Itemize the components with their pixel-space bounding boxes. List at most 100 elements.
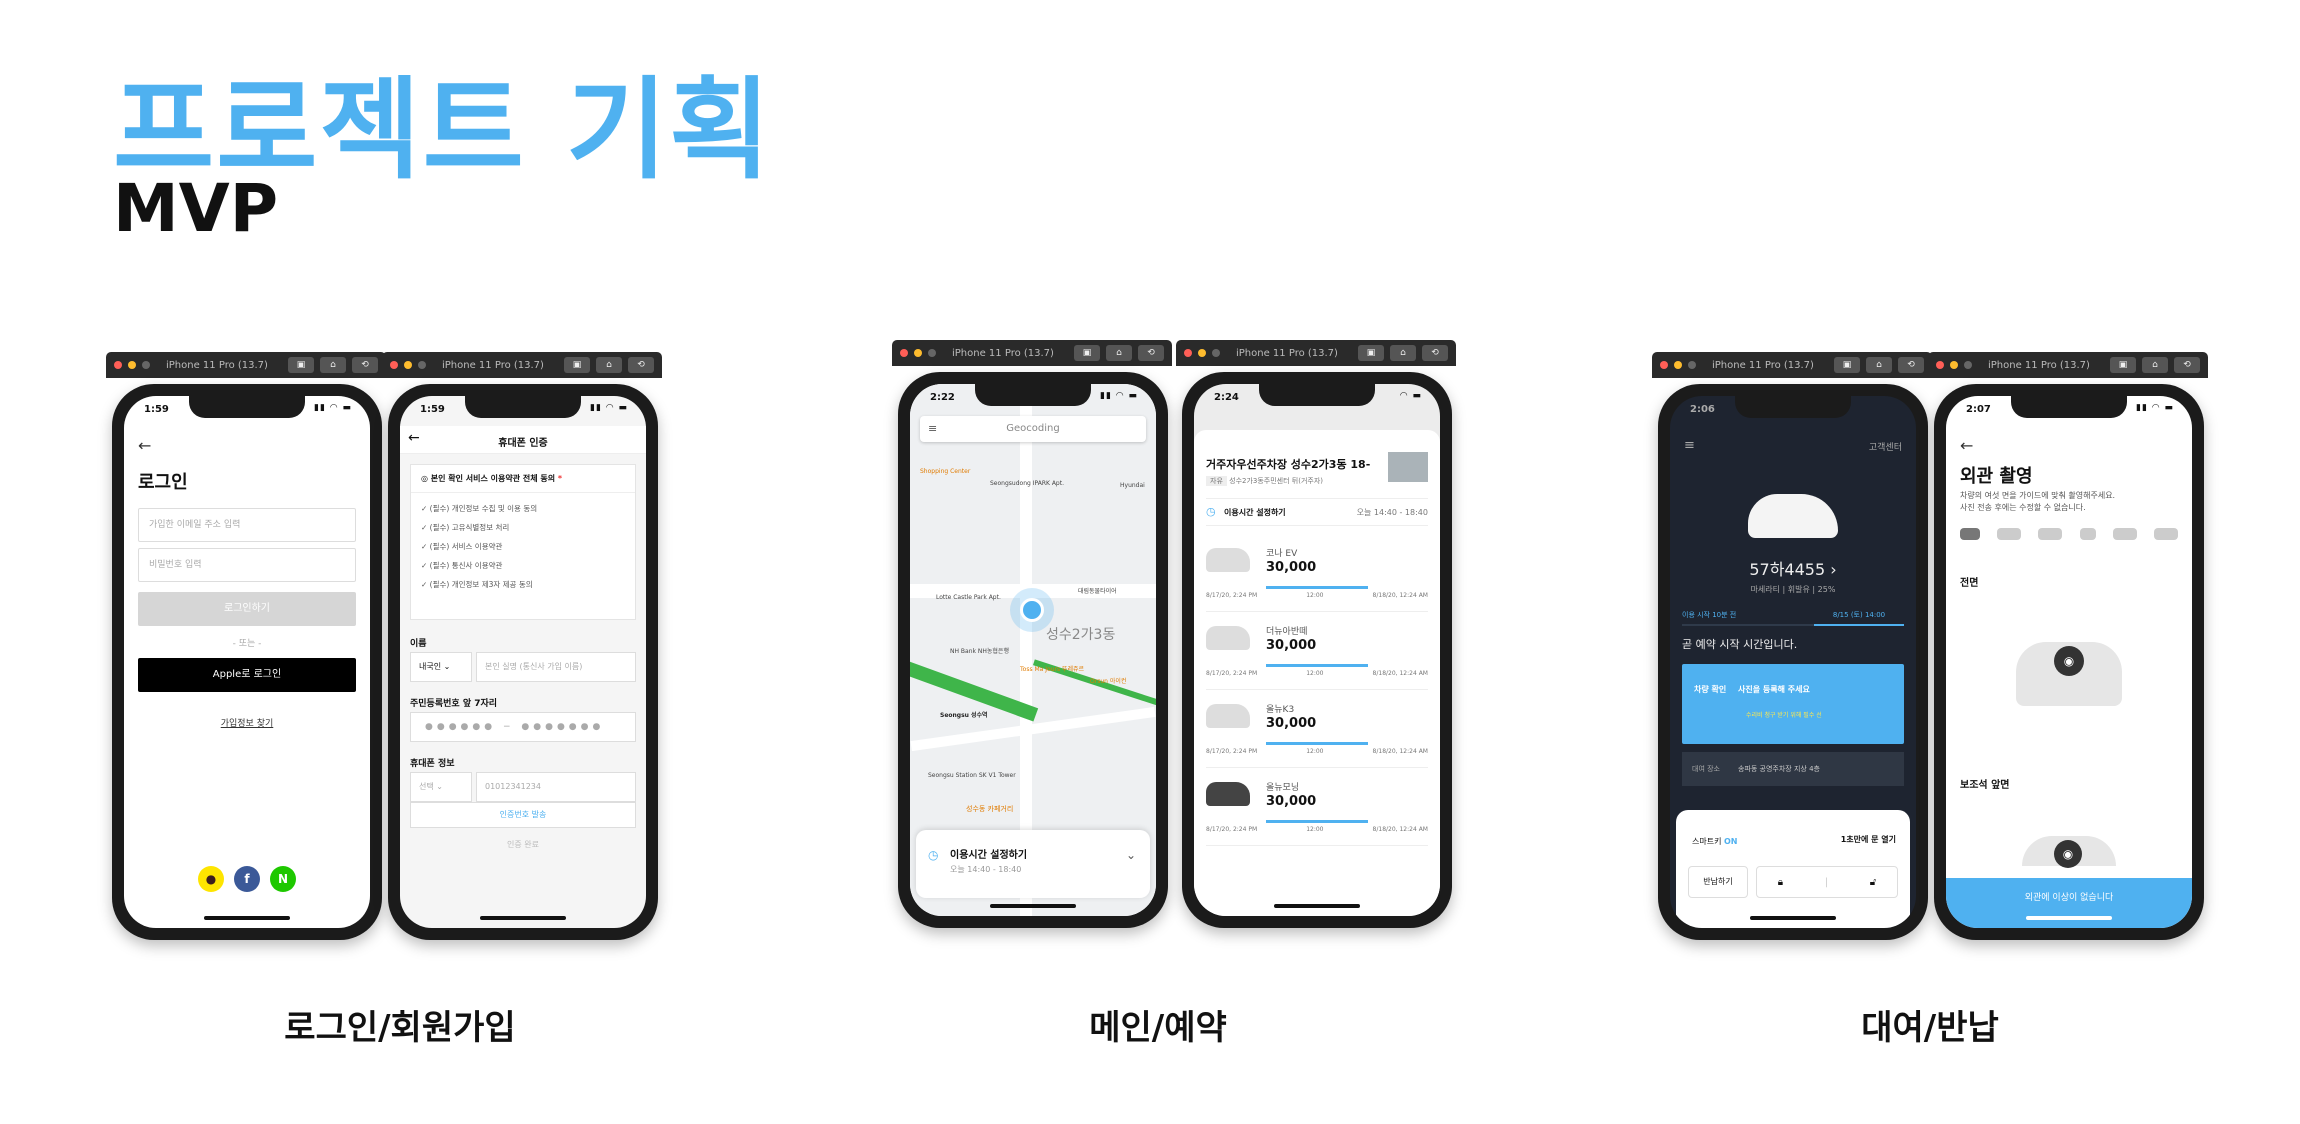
close-dot[interactable]	[1936, 361, 1944, 369]
unlock-icon[interactable]: 🔓︎	[1870, 877, 1876, 888]
support-link[interactable]: 고객센터	[1869, 440, 1902, 453]
map-poi[interactable]: Shopping Center	[920, 468, 970, 475]
rotate-icon[interactable]: ⟲	[352, 357, 378, 373]
zoom-dot[interactable]	[1688, 361, 1696, 369]
login-button[interactable]: 로그인하기	[138, 592, 356, 626]
minimize-dot[interactable]	[404, 361, 412, 369]
zoom-dot[interactable]	[142, 361, 150, 369]
thumb-driver-rear[interactable]	[2112, 528, 2137, 540]
map-poi[interactable]: Seongsudong IPARK Apt.	[990, 480, 1064, 487]
carrier-select[interactable]: 선택 ⌄	[410, 772, 472, 802]
home-icon[interactable]: ⌂	[1866, 357, 1892, 373]
screenshot-icon[interactable]: ▣	[1074, 345, 1100, 361]
minimize-dot[interactable]	[914, 349, 922, 357]
naver-icon[interactable]: N	[270, 866, 296, 892]
car-front-guide[interactable]: ◉	[2016, 642, 2122, 706]
thumb-rear[interactable]	[2079, 528, 2096, 540]
map-poi[interactable]: Seongsu 성수역	[940, 710, 988, 719]
map-poi[interactable]: Hyundai	[1120, 482, 1145, 489]
name-input[interactable]: 본인 실명 (통신사 가입 이름)	[476, 652, 636, 682]
lock-icon[interactable]: 🔒︎	[1778, 877, 1783, 888]
rotate-icon[interactable]: ⟲	[628, 357, 654, 373]
rotate-icon[interactable]: ⟲	[1422, 345, 1448, 361]
home-icon[interactable]: ⌂	[1390, 345, 1416, 361]
tab-date[interactable]: 8/15 (토) 14:00	[1814, 610, 1904, 626]
screenshot-icon[interactable]: ▣	[1834, 357, 1860, 373]
car-row[interactable]: 올뉴모닝 30,000 8/17/20, 2:24 PM 12:00 8/18/20…	[1206, 768, 1428, 846]
screenshot-icon[interactable]: ▣	[288, 357, 314, 373]
complete-button[interactable]: 인증 완료	[410, 832, 636, 858]
place-row[interactable]: 대여 장소 송파동 공영주차장 지상 4층	[1682, 752, 1904, 786]
map-poi[interactable]: Lotte Castle Park Apt.	[936, 594, 1001, 601]
zoom-dot[interactable]	[1964, 361, 1972, 369]
car-row[interactable]: 더뉴아반떼 30,000 8/17/20, 2:24 PM 12:00 8/18/2…	[1206, 612, 1428, 690]
minimize-dot[interactable]	[128, 361, 136, 369]
location-marker[interactable]	[1010, 588, 1054, 632]
tab-start[interactable]: 이용 시작 10분 전	[1682, 610, 1736, 620]
close-dot[interactable]	[900, 349, 908, 357]
menu-icon[interactable]: ≡	[1684, 438, 1695, 453]
apple-login-button[interactable]: Apple로 로그인	[138, 658, 356, 692]
close-dot[interactable]	[114, 361, 122, 369]
facebook-icon[interactable]: f	[234, 866, 260, 892]
thumb-passenger[interactable]	[1997, 528, 2022, 540]
zoom-dot[interactable]	[928, 349, 936, 357]
back-arrow-icon[interactable]: ←	[138, 436, 151, 455]
term-item[interactable]: ✓ (필수) 개인정보 수집 및 이용 동의	[421, 499, 625, 518]
back-arrow-icon[interactable]: ←	[1960, 436, 1973, 455]
term-item[interactable]: ✓ (필수) 서비스 이용약관	[421, 537, 625, 556]
find-account-link[interactable]: 가입정보 찾기	[124, 716, 370, 729]
home-icon[interactable]: ⌂	[1106, 345, 1132, 361]
screenshot-icon[interactable]: ▣	[564, 357, 590, 373]
time-panel[interactable]: ◷ 이용시간 설정하기 오늘 14:40 - 18:40 ⌄	[916, 830, 1150, 898]
rotate-icon[interactable]: ⟲	[2174, 357, 2200, 373]
thumb-driver[interactable]	[2153, 528, 2178, 540]
kakao-icon[interactable]: ●	[198, 866, 224, 892]
thumb-passenger-rear[interactable]	[2038, 528, 2063, 540]
close-dot[interactable]	[1660, 361, 1668, 369]
minimize-dot[interactable]	[1950, 361, 1958, 369]
open-hint[interactable]: 1초만에 문 열기	[1841, 834, 1896, 845]
return-button[interactable]: 반납하기	[1688, 866, 1748, 898]
car-row[interactable]: 코나 EV 30,000 8/17/20, 2:24 PM 12:00 8/18/2…	[1206, 534, 1428, 612]
password-field[interactable]: 비밀번호 입력	[138, 548, 356, 582]
photo-check-card[interactable]: 차량 확인 사진을 등록해 주세요 수리비 청구 받기 위해 필수 선	[1682, 664, 1904, 744]
term-item[interactable]: ✓ (필수) 고유식별정보 처리	[421, 518, 625, 537]
map-poi[interactable]: 대림동물타이어	[1078, 586, 1117, 595]
time-setting-row[interactable]: ◷ 이용시간 설정하기 오늘 14:40 - 18:40	[1206, 498, 1428, 526]
map-poi[interactable]: 성수동 카페거리	[966, 804, 1013, 814]
phone-input[interactable]: 01012341234	[476, 772, 636, 802]
camera-icon[interactable]: ◉	[2054, 646, 2084, 676]
map-poi[interactable]: NH Bank NH농협은행	[950, 646, 1009, 655]
minimize-dot[interactable]	[1674, 361, 1682, 369]
close-dot[interactable]	[390, 361, 398, 369]
term-item[interactable]: ✓ (필수) 통신사 이용약관	[421, 556, 625, 575]
plate-number[interactable]: 57하4455 ›	[1670, 556, 1916, 580]
screenshot-icon[interactable]: ▣	[1358, 345, 1384, 361]
screenshot-icon[interactable]: ▣	[2110, 357, 2136, 373]
car-row[interactable]: 올뉴K3 30,000 8/17/20, 2:24 PM 12:00 8/18/20…	[1206, 690, 1428, 768]
rotate-icon[interactable]: ⟲	[1898, 357, 1924, 373]
email-field[interactable]: 가입한 이메일 주소 입력	[138, 508, 356, 542]
home-icon[interactable]: ⌂	[596, 357, 622, 373]
zoom-dot[interactable]	[1212, 349, 1220, 357]
confirm-button[interactable]: 외관에 이상이 없습니다	[1946, 878, 2192, 928]
close-dot[interactable]	[1184, 349, 1192, 357]
thumb-front[interactable]	[1960, 528, 1980, 540]
search-bar[interactable]: ≡ Geocoding	[920, 416, 1146, 442]
agree-all-row[interactable]: ◎ 본인 확인 서비스 이용약관 전체 동의 *	[411, 465, 635, 493]
map-poi[interactable]: Orsun 아이컨	[1090, 676, 1126, 685]
home-icon[interactable]: ⌂	[2142, 357, 2168, 373]
home-icon[interactable]: ⌂	[320, 357, 346, 373]
map-poi[interactable]: Toss Ma Jours 뚜레쥬르	[1020, 664, 1084, 673]
rotate-icon[interactable]: ⟲	[1138, 345, 1164, 361]
zoom-dot[interactable]	[418, 361, 426, 369]
rrn-input[interactable]: ●●●●●● − ●●●●●●●	[410, 712, 636, 742]
car-side-guide[interactable]: ◉	[2022, 836, 2116, 868]
minimize-dot[interactable]	[1198, 349, 1206, 357]
map-poi[interactable]: Seongsu Station SK V1 Tower	[928, 772, 1016, 779]
send-code-button[interactable]: 인증번호 발송	[410, 802, 636, 828]
term-item[interactable]: ✓ (필수) 개인정보 제3자 제공 동의	[421, 575, 625, 594]
nationality-select[interactable]: 내국인 ⌄	[410, 652, 472, 682]
camera-icon[interactable]: ◉	[2054, 840, 2082, 868]
